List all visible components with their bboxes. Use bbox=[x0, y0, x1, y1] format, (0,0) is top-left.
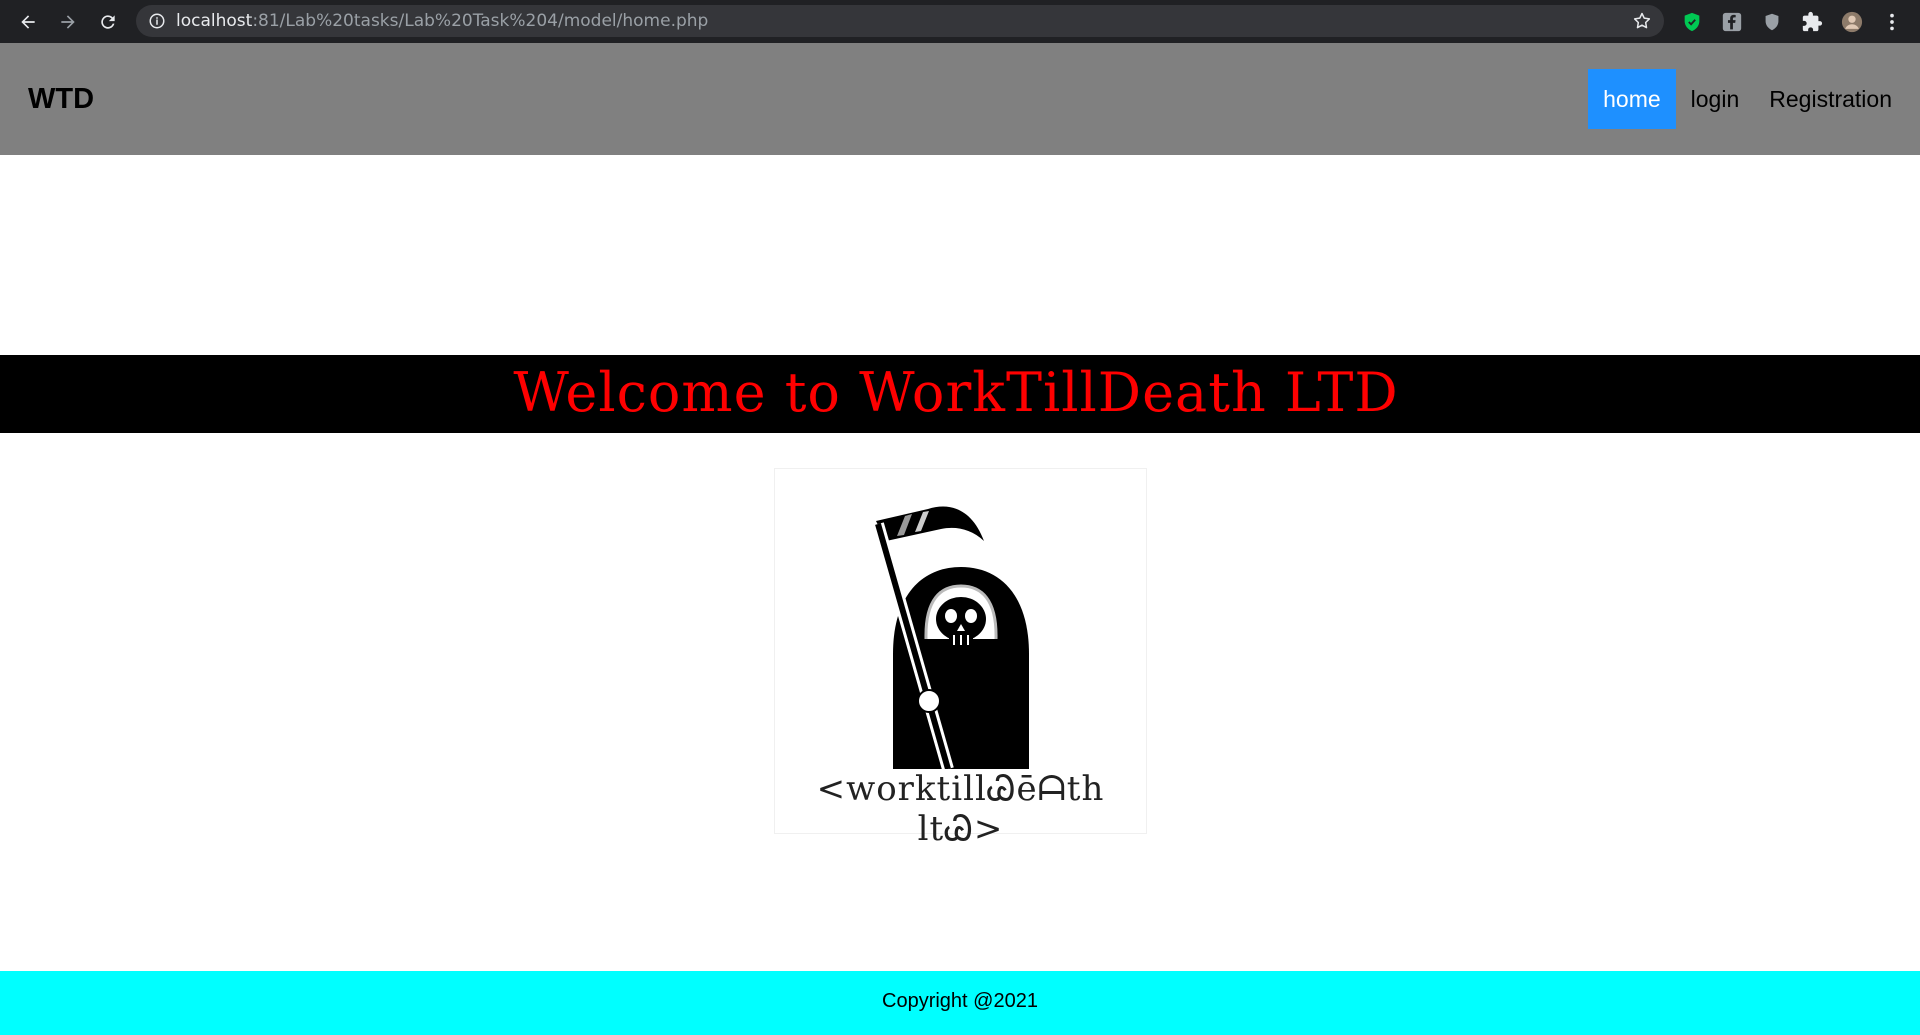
welcome-banner: Welcome to WorkTillDeath LTD bbox=[0, 355, 1920, 433]
url-host: localhost bbox=[176, 11, 253, 31]
nav-home-link[interactable]: home bbox=[1588, 69, 1676, 129]
forward-arrow-icon[interactable] bbox=[54, 8, 82, 36]
address-bar[interactable]: localhost:81/Lab%20tasks/Lab%20Task%204/… bbox=[136, 5, 1664, 37]
puzzle-extensions-icon[interactable] bbox=[1800, 10, 1824, 34]
nav-registration-link[interactable]: Registration bbox=[1754, 69, 1920, 129]
logo-wordmark: <worktillᏊēᗩth ltᏊ> bbox=[816, 769, 1105, 849]
url-text: localhost:81/Lab%20tasks/Lab%20Task%204/… bbox=[176, 11, 708, 31]
url-path: :81/Lab%20tasks/Lab%20Task%204/model/hom… bbox=[252, 11, 709, 31]
grim-reaper-icon bbox=[872, 506, 1029, 769]
copyright-text: Copyright @2021 bbox=[882, 989, 1038, 1012]
bookmark-star-icon[interactable] bbox=[1632, 11, 1652, 31]
browser-toolbar: localhost:81/Lab%20tasks/Lab%20Task%204/… bbox=[0, 0, 1920, 43]
brand-logo[interactable]: WTD bbox=[28, 83, 94, 116]
facebook-extension-icon[interactable] bbox=[1720, 10, 1744, 34]
profile-avatar-icon[interactable] bbox=[1840, 10, 1864, 34]
site-footer: Copyright @2021 bbox=[0, 971, 1920, 1035]
company-logo: <worktillᏊēᗩth ltᏊ> bbox=[774, 468, 1147, 849]
back-arrow-icon[interactable] bbox=[14, 8, 42, 36]
reload-icon[interactable] bbox=[94, 8, 122, 36]
welcome-title: Welcome to WorkTillDeath LTD bbox=[513, 360, 1399, 424]
nav-login-link[interactable]: login bbox=[1676, 69, 1755, 129]
info-icon[interactable] bbox=[148, 12, 166, 30]
shield-extension-icon[interactable] bbox=[1680, 10, 1704, 34]
site-header: WTD home login Registration bbox=[0, 43, 1920, 155]
privacy-extension-icon[interactable] bbox=[1760, 10, 1784, 34]
kebab-menu-icon[interactable] bbox=[1880, 10, 1904, 34]
main-nav: home login Registration bbox=[1588, 69, 1920, 129]
